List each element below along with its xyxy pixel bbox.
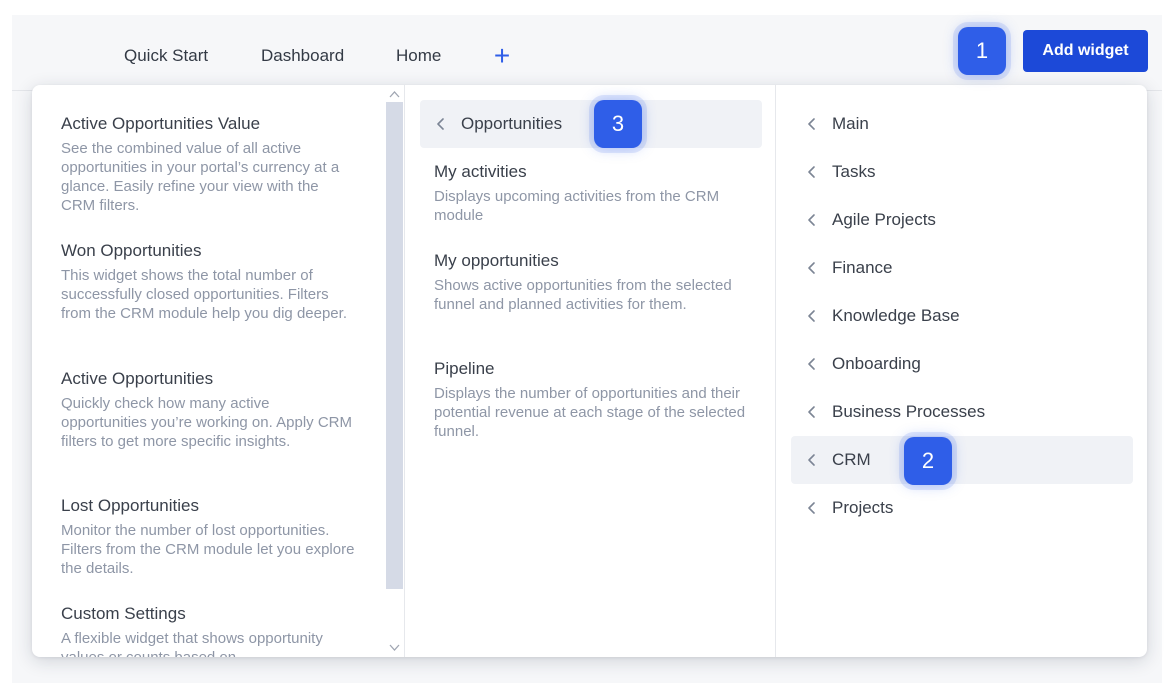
widget-description: Monitor the number of lost opportunities… bbox=[61, 522, 355, 577]
chevron-left-icon bbox=[434, 117, 448, 131]
widget-item-pipeline[interactable]: Pipeline Displays the number of opportun… bbox=[434, 358, 754, 441]
widget-item-custom-settings[interactable]: Custom Settings A flexible widget that s… bbox=[61, 603, 356, 657]
widget-description: See the combined value of all active opp… bbox=[61, 140, 340, 214]
widget-description: Quickly check how many active opportunit… bbox=[61, 395, 352, 450]
step-badge-2: 2 bbox=[904, 437, 952, 485]
category-finance[interactable]: Finance bbox=[791, 244, 1133, 292]
widget-category-panel: Main Tasks Agile Projects Finance Knowle… bbox=[775, 85, 1147, 657]
chevron-left-icon bbox=[805, 165, 819, 179]
category-label: Business Processes bbox=[832, 402, 986, 421]
widget-description: Displays upcoming activities from the CR… bbox=[434, 188, 720, 224]
widget-item-active-opportunities[interactable]: Active Opportunities Quickly check how m… bbox=[61, 368, 356, 451]
category-label: Main bbox=[832, 114, 869, 133]
widget-list-panel: Active Opportunities Value See the combi… bbox=[32, 85, 403, 657]
widget-title: My opportunities bbox=[434, 251, 559, 270]
chevron-left-icon bbox=[805, 117, 819, 131]
add-tab-button[interactable]: + bbox=[490, 41, 514, 71]
widget-item-lost-opportunities[interactable]: Lost Opportunities Monitor the number of… bbox=[61, 495, 356, 578]
widget-description: This widget shows the total number of su… bbox=[61, 267, 347, 322]
widget-description: Displays the number of opportunities and… bbox=[434, 385, 746, 440]
widget-item-won-opportunities[interactable]: Won Opportunities This widget shows the … bbox=[61, 240, 356, 323]
category-label: Knowledge Base bbox=[832, 306, 960, 325]
widget-title: Active Opportunities bbox=[61, 369, 214, 388]
tab-dashboard[interactable]: Dashboard bbox=[261, 45, 344, 67]
category-onboarding[interactable]: Onboarding bbox=[791, 340, 1133, 388]
chevron-left-icon bbox=[805, 261, 819, 275]
opportunities-submenu-panel: Opportunities My activities Displays upc… bbox=[404, 85, 776, 657]
widget-title: Lost Opportunities bbox=[61, 496, 199, 515]
scroll-down-arrow-icon[interactable] bbox=[386, 640, 403, 657]
widget-description: Shows active opportunities from the sele… bbox=[434, 277, 732, 313]
screen: Quick Start Dashboard Home + Add widget … bbox=[0, 0, 1175, 696]
category-label: Onboarding bbox=[832, 354, 921, 373]
chevron-left-icon bbox=[805, 501, 819, 515]
widget-item-active-opportunities-value[interactable]: Active Opportunities Value See the combi… bbox=[61, 113, 356, 215]
scroll-up-arrow-icon[interactable] bbox=[386, 85, 403, 102]
category-agile-projects[interactable]: Agile Projects bbox=[791, 196, 1133, 244]
chevron-left-icon bbox=[805, 309, 819, 323]
tab-quick-start[interactable]: Quick Start bbox=[124, 45, 208, 67]
tab-home[interactable]: Home bbox=[396, 45, 441, 67]
category-crm[interactable]: CRM bbox=[791, 436, 1133, 484]
widget-title: Won Opportunities bbox=[61, 241, 202, 260]
chevron-left-icon bbox=[805, 405, 819, 419]
category-knowledge-base[interactable]: Knowledge Base bbox=[791, 292, 1133, 340]
widget-item-my-activities[interactable]: My activities Displays upcoming activiti… bbox=[434, 161, 754, 225]
chevron-left-icon bbox=[805, 213, 819, 227]
widget-list-scrollbar[interactable] bbox=[386, 85, 403, 657]
add-widget-button[interactable]: Add widget bbox=[1023, 30, 1148, 72]
widget-title: Active Opportunities Value bbox=[61, 114, 261, 133]
submenu-back-header[interactable]: Opportunities bbox=[420, 100, 762, 148]
widget-description: A flexible widget that shows opportunity… bbox=[61, 630, 323, 657]
add-widget-dropdown: Active Opportunities Value See the combi… bbox=[32, 85, 1147, 657]
widget-title: Pipeline bbox=[434, 359, 495, 378]
category-business-processes[interactable]: Business Processes bbox=[791, 388, 1133, 436]
step-badge-3: 3 bbox=[594, 100, 642, 148]
category-projects[interactable]: Projects bbox=[791, 484, 1133, 532]
scrollbar-thumb[interactable] bbox=[386, 102, 403, 589]
widget-item-my-opportunities[interactable]: My opportunities Shows active opportunit… bbox=[434, 250, 754, 314]
category-label: Projects bbox=[832, 498, 894, 517]
category-label: Tasks bbox=[832, 162, 876, 181]
widget-title: My activities bbox=[434, 162, 527, 181]
step-badge-1: 1 bbox=[958, 27, 1006, 75]
category-main[interactable]: Main bbox=[791, 100, 1133, 148]
submenu-title: Opportunities bbox=[461, 114, 563, 133]
category-tasks[interactable]: Tasks bbox=[791, 148, 1133, 196]
category-label: CRM bbox=[832, 450, 871, 469]
widget-title: Custom Settings bbox=[61, 604, 186, 623]
chevron-left-icon bbox=[805, 357, 819, 371]
chevron-left-icon bbox=[805, 453, 819, 467]
category-label: Agile Projects bbox=[832, 210, 936, 229]
category-label: Finance bbox=[832, 258, 893, 277]
